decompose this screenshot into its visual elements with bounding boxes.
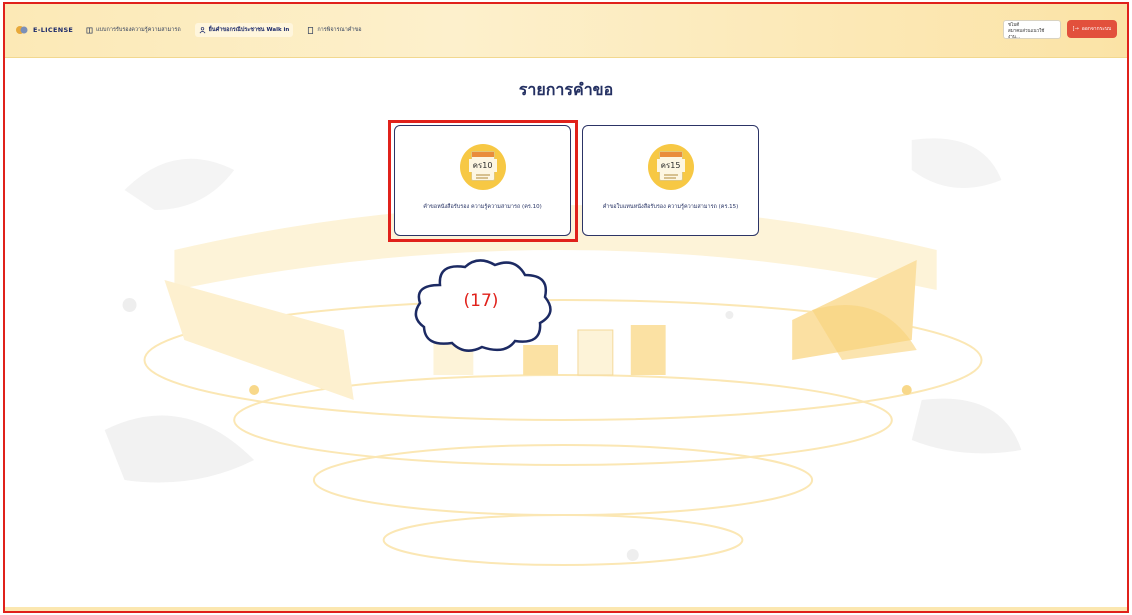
logout-button[interactable]: [→ ออกจากระบบ bbox=[1067, 20, 1117, 38]
nav-item-certification-form[interactable]: แบบการรับรองความรู้ความสามารถ bbox=[82, 23, 185, 37]
logout-icon: [→ bbox=[1072, 26, 1079, 32]
logout-label: ออกจากระบบ bbox=[1081, 26, 1112, 32]
book-icon bbox=[86, 27, 93, 33]
request-card-kr15[interactable]: คร15 คำขอใบแทนหนังสือรับรอง ความรู้ความส… bbox=[582, 125, 759, 236]
nav-item-walk-in[interactable]: ยื่นคำขอกรณีประชาชน Walk in bbox=[194, 23, 294, 37]
annotation-highlight-box bbox=[388, 120, 578, 242]
nav-item-label: แบบการรับรองความรู้ความสามารถ bbox=[96, 27, 181, 33]
card-label: คำขอใบแทนหนังสือรับรอง ความรู้ความสามารถ… bbox=[602, 204, 739, 210]
page-title: รายการคำขอ bbox=[518, 80, 614, 99]
brand-name: E-LICENSE bbox=[33, 26, 74, 34]
user-profile-menu[interactable]: ชไมดี สมาคมส่วนแนวใช้งาน... bbox=[1003, 20, 1061, 40]
top-navigation-bar: E-LICENSE แบบการรับรองความรู้ความสามารถ … bbox=[5, 4, 1127, 58]
footer-strip bbox=[5, 607, 1127, 611]
form-document-icon: คร15 bbox=[647, 144, 694, 190]
document-icon bbox=[308, 26, 314, 34]
main-nav: แบบการรับรองความรู้ความสามารถ ยื่นคำขอกร… bbox=[82, 23, 366, 37]
logo-icon bbox=[16, 26, 28, 34]
user-walk-icon bbox=[199, 26, 206, 33]
nav-item-request-review[interactable]: การพิจารณาคำขอ bbox=[303, 23, 365, 37]
user-role: สมาคมส่วนแนวใช้งาน... bbox=[1008, 29, 1045, 40]
app-window: E-LICENSE แบบการรับรองความรู้ความสามารถ … bbox=[3, 2, 1129, 613]
form-code: คร15 bbox=[656, 159, 685, 172]
annotation-label: (17) bbox=[463, 291, 499, 311]
nav-item-label: การพิจารณาคำขอ bbox=[317, 27, 362, 33]
nav-item-label: ยื่นคำขอกรณีประชาชน Walk in bbox=[208, 27, 290, 33]
brand-logo[interactable]: E-LICENSE bbox=[15, 24, 73, 36]
